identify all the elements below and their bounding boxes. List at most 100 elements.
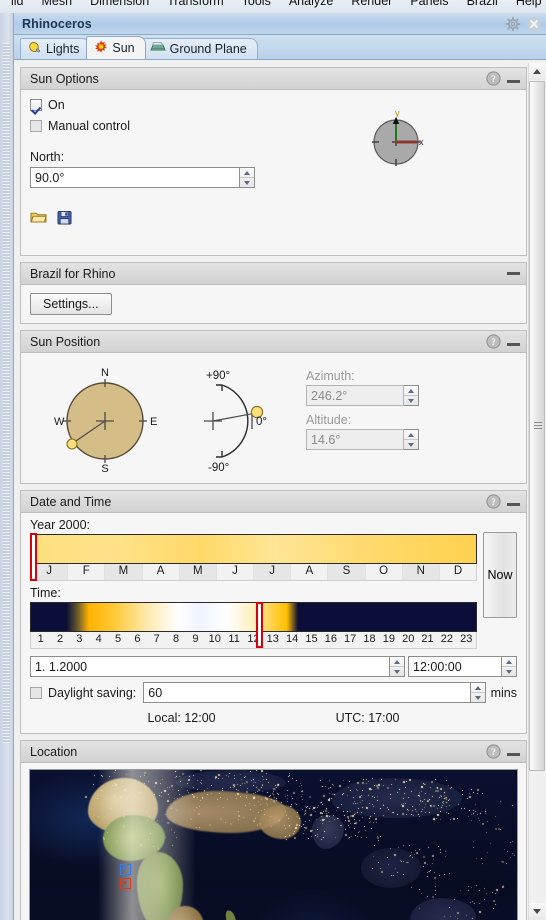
hour-tick-11[interactable]: 11 xyxy=(224,632,243,648)
panel-vertical-scrollbar[interactable] xyxy=(528,63,545,920)
daylight-spin-down[interactable] xyxy=(470,692,485,702)
tab-ground-plane[interactable]: Ground Plane xyxy=(141,38,258,59)
location-marker-red[interactable] xyxy=(120,878,132,890)
scroll-up-icon[interactable] xyxy=(529,63,545,80)
menu-item-analyze[interactable]: Analyze xyxy=(280,0,342,8)
hour-tick-21[interactable]: 21 xyxy=(418,632,437,648)
minimize-icon[interactable] xyxy=(507,503,520,506)
hour-tick-13[interactable]: 13 xyxy=(263,632,282,648)
menu-item-mesh[interactable]: Mesh xyxy=(33,0,82,8)
hour-tick-18[interactable]: 18 xyxy=(360,632,379,648)
minimize-icon[interactable] xyxy=(507,80,520,83)
north-spin-up[interactable] xyxy=(240,168,254,177)
hour-tick-19[interactable]: 19 xyxy=(379,632,398,648)
azimuth-spinner[interactable] xyxy=(404,385,419,406)
hour-tick-7[interactable]: 7 xyxy=(147,632,166,648)
daylight-saving-input[interactable]: 60 xyxy=(143,682,471,703)
daylight-saving-spinner[interactable] xyxy=(470,682,486,703)
close-icon[interactable] xyxy=(526,16,542,32)
month-tick-1[interactable]: F xyxy=(68,564,106,580)
hour-tick-9[interactable]: 9 xyxy=(186,632,205,648)
month-tick-3[interactable]: A xyxy=(143,564,180,580)
menu-item-help[interactable]: Help xyxy=(507,0,546,8)
minimize-icon[interactable] xyxy=(507,343,520,346)
month-tick-8[interactable]: S xyxy=(328,564,366,580)
hour-tick-5[interactable]: 5 xyxy=(108,632,127,648)
daylight-saving-checkbox[interactable] xyxy=(30,686,42,699)
time-spinner[interactable] xyxy=(502,656,517,677)
brazil-settings-button[interactable]: Settings... xyxy=(30,293,112,315)
hour-tick-14[interactable]: 14 xyxy=(282,632,301,648)
month-tick-7[interactable]: A xyxy=(291,564,329,580)
tab-lights[interactable]: Lights xyxy=(20,38,91,59)
month-tick-4[interactable]: M xyxy=(179,564,217,580)
location-marker-blue[interactable] xyxy=(120,863,132,875)
date-spin-down[interactable] xyxy=(390,666,404,676)
time-gradient-band[interactable] xyxy=(30,602,477,632)
north-spinner[interactable] xyxy=(240,167,255,188)
north-input[interactable]: 90.0° xyxy=(30,167,240,188)
hour-tick-2[interactable]: 2 xyxy=(50,632,69,648)
azimuth-input[interactable]: 246.2° xyxy=(306,385,404,406)
help-icon[interactable]: ? xyxy=(486,494,501,509)
scrollbar-thumb[interactable] xyxy=(529,81,545,771)
minimize-icon[interactable] xyxy=(507,272,520,275)
north-spin-down[interactable] xyxy=(240,177,254,187)
menu-item-brazil[interactable]: Brazil xyxy=(458,0,507,8)
menu-item-tools[interactable]: Tools xyxy=(233,0,280,8)
hour-tick-8[interactable]: 8 xyxy=(166,632,185,648)
time-spin-up[interactable] xyxy=(502,657,516,666)
hour-tick-20[interactable]: 20 xyxy=(399,632,418,648)
manual-control-checkbox[interactable] xyxy=(30,120,42,132)
year-gradient-band[interactable] xyxy=(30,534,477,564)
left-dock-strip[interactable] xyxy=(0,13,14,920)
menu-item-ild[interactable]: ild xyxy=(2,0,33,8)
now-button[interactable]: Now xyxy=(483,532,517,618)
menu-item-panels[interactable]: Panels xyxy=(401,0,457,8)
azimuth-spin-up[interactable] xyxy=(404,386,418,395)
gear-icon[interactable] xyxy=(505,16,521,32)
date-input[interactable]: 1. 1.2000 xyxy=(30,656,390,677)
menu-item-render[interactable]: Render xyxy=(342,0,401,8)
world-map[interactable] xyxy=(29,769,518,920)
north-compass-gizmo[interactable]: y x xyxy=(366,108,430,175)
sun-on-checkbox[interactable] xyxy=(30,99,42,111)
altitude-spin-up[interactable] xyxy=(404,430,418,439)
menu-item-transform[interactable]: Transform xyxy=(158,0,233,8)
scroll-down-icon[interactable] xyxy=(529,903,545,920)
hour-tick-4[interactable]: 4 xyxy=(89,632,108,648)
altitude-spinner[interactable] xyxy=(404,429,419,450)
hour-tick-1[interactable]: 1 xyxy=(31,632,50,648)
date-spinner[interactable] xyxy=(390,656,405,677)
azimuth-compass[interactable]: N S W E xyxy=(30,361,180,473)
month-tick-5[interactable]: J xyxy=(217,564,255,580)
hour-tick-16[interactable]: 16 xyxy=(321,632,340,648)
month-tick-10[interactable]: N xyxy=(402,564,440,580)
year-marker[interactable] xyxy=(30,533,37,581)
floppy-save-icon[interactable] xyxy=(57,210,74,225)
help-icon[interactable]: ? xyxy=(486,71,501,86)
manual-control-checkbox-row[interactable]: Manual control xyxy=(30,119,517,133)
altitude-spin-down[interactable] xyxy=(404,439,418,449)
time-marker[interactable] xyxy=(256,602,263,648)
help-icon[interactable]: ? xyxy=(486,744,501,759)
time-slider[interactable]: 1 2 3 4 5 6 7 8 9 10 11 12 13 14 15 16 17 18 19 20 21 22 23 xyxy=(30,602,477,649)
time-input[interactable]: 12:00:00 xyxy=(408,656,502,677)
hour-tick-17[interactable]: 17 xyxy=(341,632,360,648)
hour-tick-23[interactable]: 23 xyxy=(457,632,476,648)
azimuth-spin-down[interactable] xyxy=(404,395,418,405)
help-icon[interactable]: ? xyxy=(486,334,501,349)
altitude-input[interactable]: 14.6° xyxy=(306,429,404,450)
minimize-icon[interactable] xyxy=(507,753,520,756)
daylight-spin-up[interactable] xyxy=(471,683,485,692)
time-spin-down[interactable] xyxy=(502,666,516,676)
sun-on-checkbox-row[interactable]: On xyxy=(30,98,517,112)
month-tick-9[interactable]: O xyxy=(366,564,403,580)
month-tick-11[interactable]: D xyxy=(440,564,476,580)
altitude-arc[interactable]: +90° -90° 0° xyxy=(180,361,300,473)
month-tick-6[interactable]: J xyxy=(254,564,292,580)
tab-sun[interactable]: Sun xyxy=(86,36,146,59)
hour-tick-22[interactable]: 22 xyxy=(437,632,456,648)
hour-tick-10[interactable]: 10 xyxy=(205,632,224,648)
dock-grip[interactable] xyxy=(3,43,10,743)
